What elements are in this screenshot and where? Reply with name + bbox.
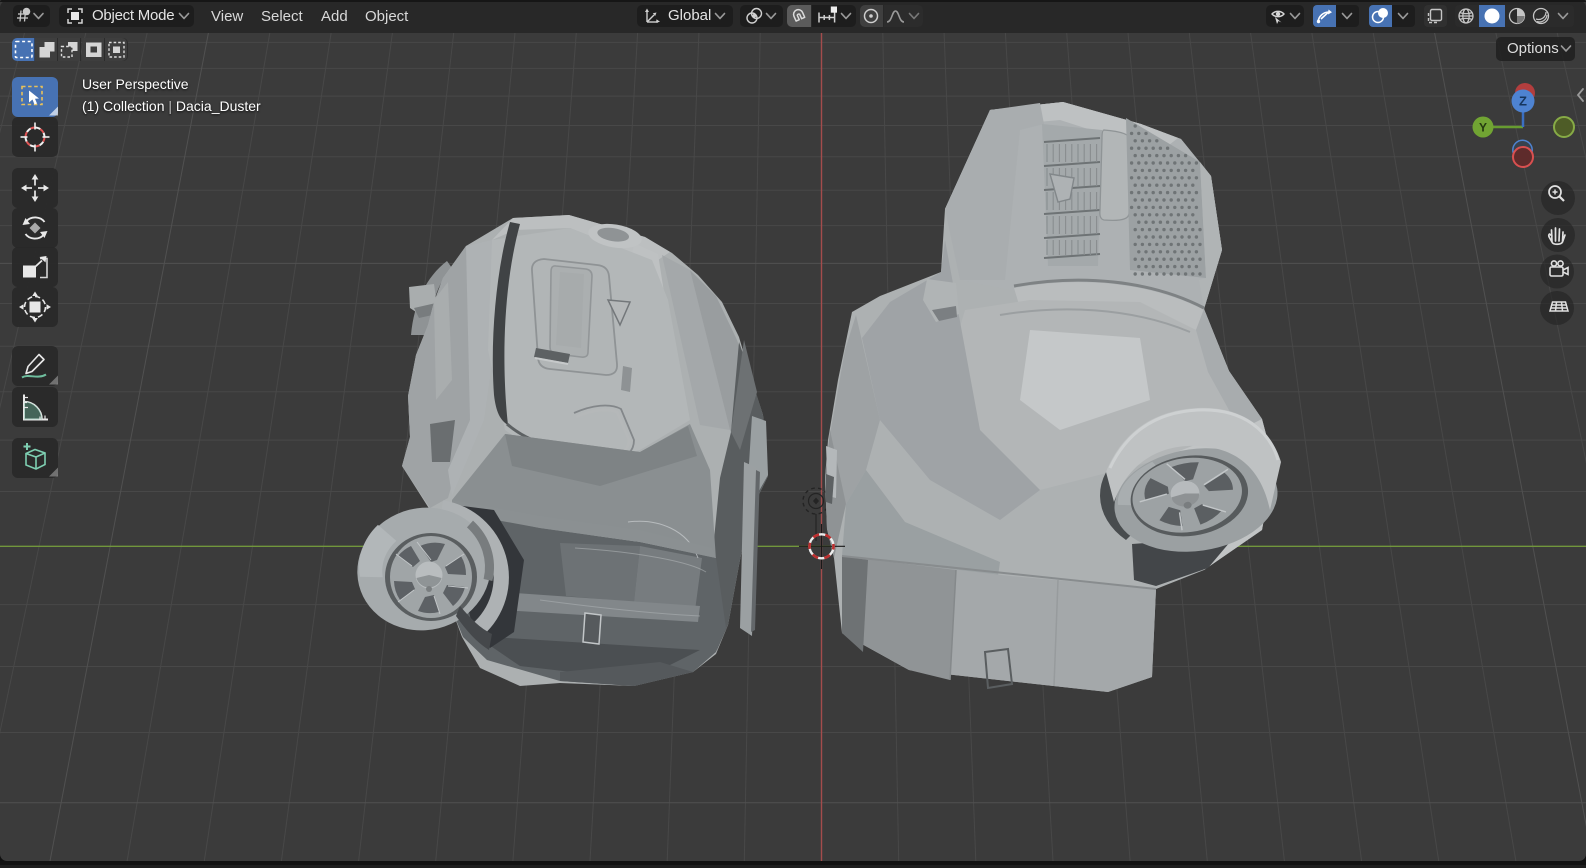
svg-text:Y: Y <box>1479 121 1487 135</box>
svg-text:Z: Z <box>1519 94 1527 109</box>
